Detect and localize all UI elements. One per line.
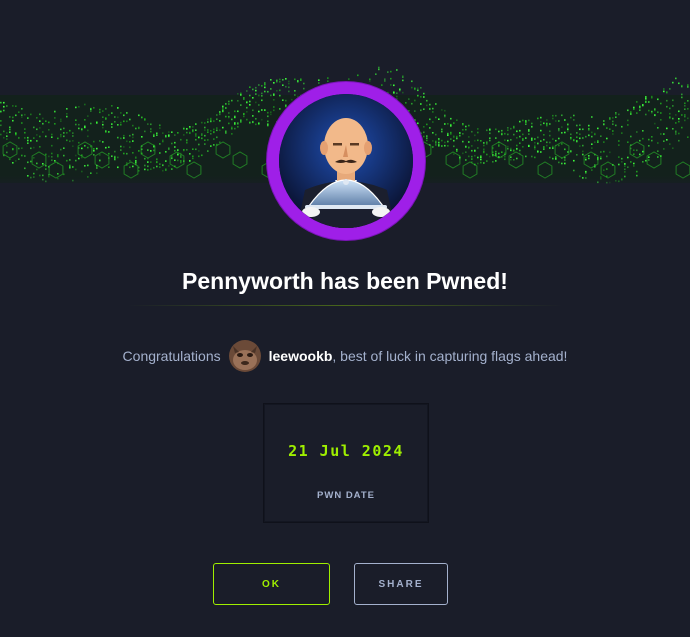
machine-avatar <box>267 82 425 240</box>
pwned-title: Pennyworth has been Pwned! <box>182 268 508 294</box>
pwn-date-card: 21 Jul 2024 PWN DATE <box>263 403 429 523</box>
username-link[interactable]: leewookb <box>269 348 333 364</box>
pwn-date-value: 21 Jul 2024 <box>288 442 404 460</box>
congrats-suffix: , best of luck in capturing flags ahead! <box>332 348 568 364</box>
butler-illustration <box>279 94 413 228</box>
pwn-date-label: PWN DATE <box>317 490 375 501</box>
congrats-prefix: Congratulations <box>122 348 221 364</box>
title-divider <box>127 305 563 306</box>
share-button[interactable]: SHARE <box>354 563 448 605</box>
user-avatar[interactable] <box>228 340 261 372</box>
ok-button[interactable]: OK <box>213 563 330 605</box>
congratulations-message: Congratulations leewookb , best of luck … <box>0 340 690 372</box>
